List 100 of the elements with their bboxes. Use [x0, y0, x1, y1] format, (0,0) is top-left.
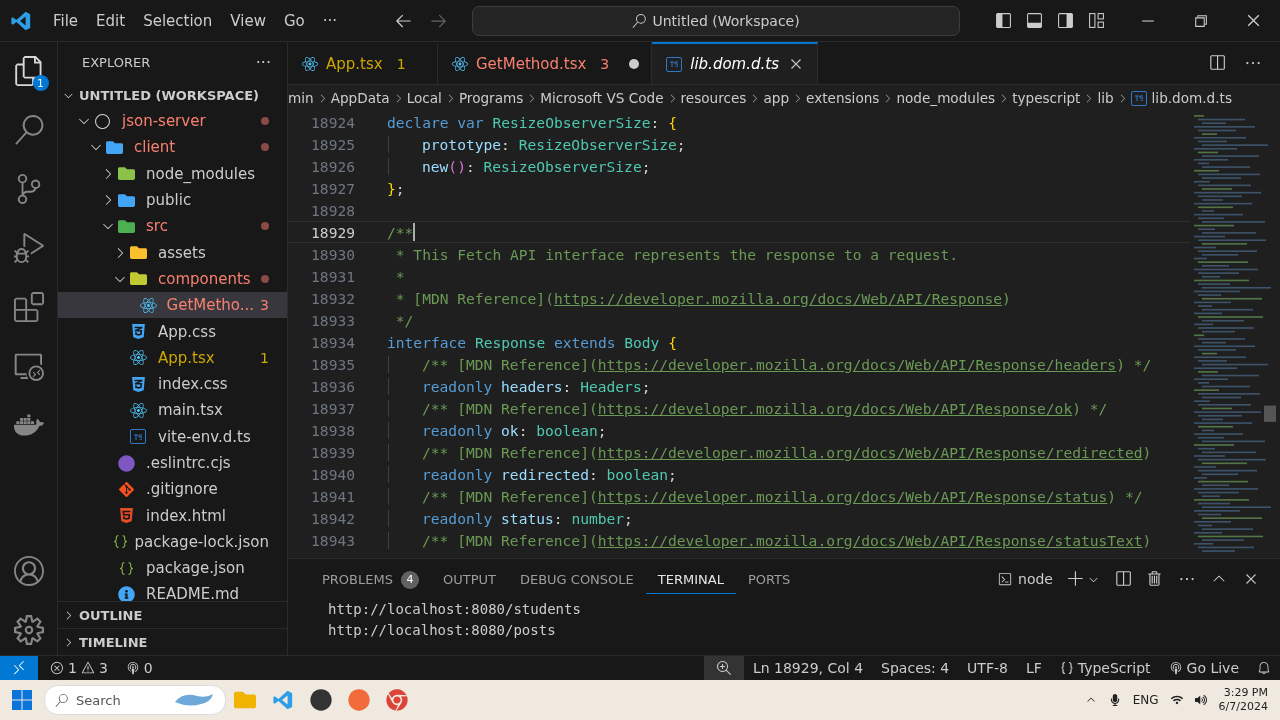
start-icon[interactable]	[12, 690, 32, 710]
bell-icon[interactable]	[1257, 661, 1271, 675]
speaker-icon[interactable]	[1194, 694, 1207, 706]
file-name[interactable]: package-lock.json	[134, 532, 269, 551]
microphone-icon[interactable]	[1108, 694, 1121, 706]
menu-item[interactable]: Edit	[87, 11, 135, 30]
line-number: 18941	[310, 487, 356, 505]
panel-tab[interactable]: PROBLEMS 4	[310, 562, 431, 596]
file-name[interactable]: index.html	[146, 506, 269, 525]
command-center[interactable]: Untitled (Workspace)	[472, 5, 961, 36]
file-name[interactable]: main.tsx	[158, 401, 269, 420]
split-terminal-icon[interactable]	[1114, 570, 1132, 588]
file-name[interactable]: public	[146, 191, 269, 210]
status-item[interactable]: Go Live	[1186, 660, 1239, 676]
breadcrumb[interactable]: extensions	[806, 90, 880, 106]
breadcrumb[interactable]: Programs	[458, 90, 524, 106]
breadcrumb[interactable]: resources	[680, 90, 747, 106]
file-name[interactable]: README.md	[146, 585, 269, 601]
status-item[interactable]: UTF-8	[967, 660, 1008, 676]
panel-tab[interactable]: OUTPUT	[430, 564, 508, 594]
warning-icon[interactable]	[80, 661, 95, 675]
zoom-icon[interactable]	[715, 660, 732, 676]
breadcrumb[interactable]: Microsoft VS Code	[540, 90, 664, 106]
file-name[interactable]: package.json	[146, 559, 269, 578]
line-number: 18937	[310, 399, 356, 417]
file-name[interactable]: .eslintrc.cjs	[146, 454, 269, 472]
breadcrumb[interactable]: node_modules	[896, 90, 996, 106]
section-title[interactable]: OUTLINE	[79, 607, 143, 623]
extensions-icon[interactable]	[13, 292, 44, 322]
file-name[interactable]: index.css	[158, 375, 269, 394]
status-dot	[261, 117, 269, 126]
section-title[interactable]: UNTITLED (WORKSPACE)	[79, 87, 260, 103]
error-count[interactable]: 1	[68, 660, 77, 676]
panel-tab[interactable]: TERMINAL	[645, 564, 736, 594]
status-item[interactable]: LF	[1025, 660, 1042, 676]
line-number: 18928	[310, 201, 356, 219]
language-indicator[interactable]: ENG	[1132, 693, 1159, 707]
line-number: 18933	[310, 311, 356, 329]
settings-icon[interactable]	[13, 615, 44, 645]
file-name[interactable]: .gitignore	[146, 480, 269, 499]
clock-time[interactable]: 3:29 PM	[1223, 686, 1268, 700]
problem-count: 1	[260, 349, 269, 366]
breadcrumb[interactable]: Local	[406, 90, 442, 106]
status-item[interactable]: Ln 18929, Col 4	[752, 660, 864, 676]
breadcrumb[interactable]: typescript	[1012, 90, 1081, 106]
section-title[interactable]: TIMELINE	[79, 634, 148, 650]
run-debug-icon[interactable]	[13, 233, 44, 263]
sidebar-toggle-icon[interactable]	[995, 12, 1012, 29]
menu-item[interactable]: File	[44, 11, 88, 30]
menu-item[interactable]: View	[221, 11, 275, 30]
taskbar-search[interactable]: Search	[44, 685, 226, 715]
warning-count[interactable]: 3	[98, 660, 108, 676]
editor-tab[interactable]: lib.dom.d.ts	[652, 42, 818, 84]
clock-date[interactable]: 6/7/2024	[1218, 700, 1268, 714]
line-number: 18932	[310, 289, 356, 307]
breadcrumb[interactable]: min	[288, 90, 314, 106]
account-icon[interactable]	[13, 556, 44, 586]
more-actions[interactable]: ···	[255, 52, 271, 72]
menu-item[interactable]: Go	[274, 11, 314, 30]
status-item[interactable]: TypeScript	[1077, 660, 1151, 676]
file-name[interactable]: client	[134, 138, 261, 157]
remote-explorer-icon[interactable]	[13, 351, 44, 381]
breadcrumb[interactable]: lib	[1097, 90, 1114, 106]
file-name[interactable]: vite-env.d.ts	[158, 427, 269, 446]
panel-toggle-icon[interactable]	[1026, 12, 1043, 29]
file-name[interactable]: App.tsx	[158, 348, 255, 367]
split-editor-icon[interactable]	[1208, 54, 1226, 72]
restore-icon[interactable]	[1192, 12, 1209, 29]
files-icon[interactable]	[13, 56, 44, 86]
port-count[interactable]: 0	[143, 660, 153, 676]
close-icon[interactable]	[1245, 12, 1262, 29]
browser-icon[interactable]	[386, 689, 408, 711]
breadcrumb[interactable]: lib.dom.d.ts	[1151, 90, 1232, 106]
menu-item[interactable]: Selection	[134, 11, 222, 30]
broadcast-icon[interactable]	[125, 661, 140, 675]
add-icon[interactable]	[1067, 570, 1085, 588]
file-name[interactable]: src	[146, 217, 261, 236]
file-name[interactable]: assets	[158, 243, 269, 262]
error-icon[interactable]	[50, 661, 64, 675]
wifi-icon[interactable]	[1170, 694, 1183, 706]
layout-icon[interactable]	[1088, 12, 1105, 29]
file-name[interactable]: App.css	[158, 322, 269, 341]
secondary-sidebar-icon[interactable]	[1057, 12, 1074, 29]
file-name[interactable]: GetMetho...	[166, 296, 255, 315]
breadcrumb[interactable]: app	[763, 90, 790, 106]
line-number: 18942	[310, 509, 356, 527]
search-icon[interactable]	[13, 115, 44, 145]
panel-tab[interactable]: PORTS	[735, 564, 803, 594]
status-item[interactable]: Spaces: 4	[881, 660, 950, 676]
file-name[interactable]: components	[158, 269, 261, 288]
app-icon[interactable]	[348, 689, 370, 711]
panel-tab[interactable]: DEBUG CONSOLE	[507, 564, 646, 594]
menu-item[interactable]: ···	[313, 11, 347, 30]
line-number: 18943	[310, 531, 356, 549]
file-name[interactable]: json-server	[122, 112, 261, 131]
file-name[interactable]: node_modules	[146, 164, 269, 183]
trash-icon[interactable]	[1146, 570, 1164, 588]
breadcrumb[interactable]: AppData	[330, 90, 390, 106]
remote-button[interactable]	[0, 656, 38, 680]
terminal-selector[interactable]: node	[998, 571, 1053, 587]
